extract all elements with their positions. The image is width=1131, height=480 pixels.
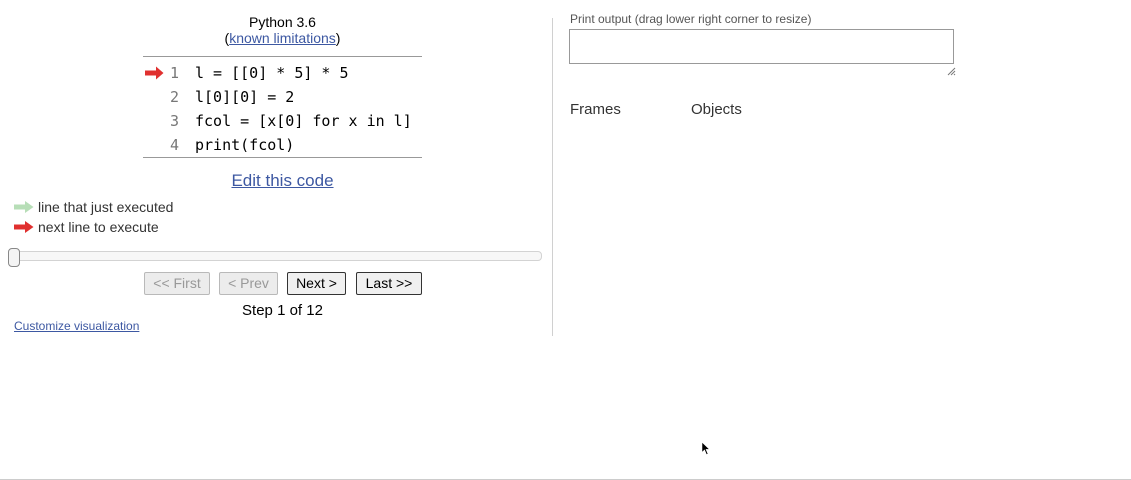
edit-code-link[interactable]: Edit this code [143,171,422,191]
code-line-3: 3 fcol = [x[0] for x in l] [143,109,422,133]
code-listing: 1 l = [[0] * 5] * 5 2 l[0][0] = 2 3 fcol… [143,56,422,158]
resize-grip-icon[interactable] [947,67,956,76]
right-arrow-red-icon [14,221,34,233]
language-label: Python 3.6 [249,14,316,30]
line-number: 1 [169,64,179,82]
step-counter: Step 1 of 12 [242,302,323,319]
objects-header: Objects [691,101,742,118]
print-output-box[interactable] [569,29,954,64]
line-number: 2 [169,88,179,106]
code-panel: Python 3.6 (known limitations) 1 l = [[0… [0,0,552,340]
right-arrow-red-icon [145,66,164,80]
line-number: 3 [169,112,179,130]
line-source: l[0][0] = 2 [195,88,295,106]
first-button[interactable]: << First [144,272,210,295]
visualizer-page: Python 3.6 (known limitations) 1 l = [[0… [0,0,1131,480]
line-source: print(fcol) [195,136,295,154]
right-arrow-green-icon [14,201,34,213]
legend-executed-label: line that just executed [38,199,174,215]
customize-visualization-link[interactable]: Customize visualization [14,319,139,333]
known-limitations-link[interactable]: known limitations [229,30,336,46]
line-source: l = [[0] * 5] * 5 [195,64,349,82]
language-header: Python 3.6 (known limitations) [143,14,422,46]
limitations-line: (known limitations) [224,30,341,46]
code-line-4: 4 print(fcol) [143,133,422,157]
legend-next-label: next line to execute [38,219,159,235]
mouse-cursor-icon [701,441,711,456]
last-button[interactable]: Last >> [356,272,422,295]
print-output-label: Print output (drag lower right corner to… [570,12,812,26]
code-line-1: 1 l = [[0] * 5] * 5 [143,61,422,85]
step-slider-handle[interactable] [8,248,20,267]
next-button[interactable]: Next > [287,272,346,295]
prev-button[interactable]: < Prev [219,272,278,295]
line-number: 4 [169,136,179,154]
code-line-2: 2 l[0][0] = 2 [143,85,422,109]
step-slider-track[interactable] [8,251,542,261]
frames-header: Frames [570,101,621,118]
line-source: fcol = [x[0] for x in l] [195,112,412,130]
panel-divider [552,18,553,336]
